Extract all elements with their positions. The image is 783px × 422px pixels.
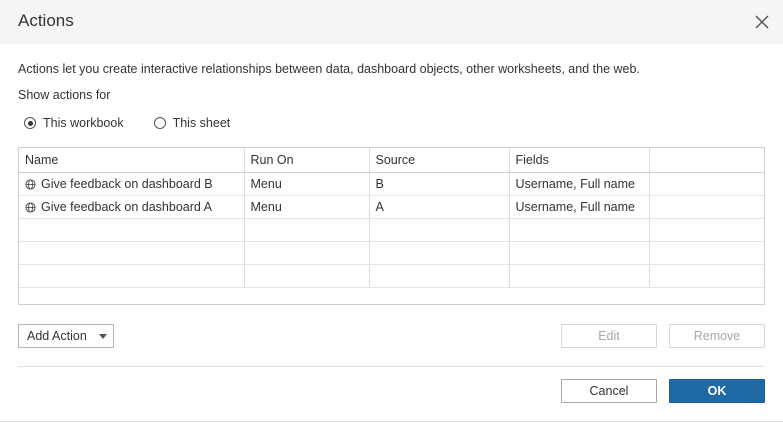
- cell-name[interactable]: Give feedback on dashboard A: [19, 195, 245, 219]
- dialog-title: Actions: [18, 11, 74, 30]
- column-header-fields[interactable]: Fields: [509, 148, 650, 173]
- table-row[interactable]: Give feedback on dashboard B Menu B User…: [19, 172, 764, 196]
- cell-empty: [369, 218, 510, 242]
- dialog-description: Actions let you create interactive relat…: [18, 62, 640, 76]
- radio-label: This workbook: [43, 116, 124, 130]
- ok-button[interactable]: OK: [669, 379, 765, 403]
- cell-run-on[interactable]: Menu: [244, 195, 370, 219]
- close-button[interactable]: [751, 11, 773, 33]
- column-header-name[interactable]: Name: [19, 148, 245, 173]
- actions-dialog: Actions Actions let you create interacti…: [0, 0, 783, 422]
- cell-source[interactable]: B: [369, 172, 510, 196]
- caret-down-icon: [99, 334, 107, 339]
- table-row-empty: [19, 264, 764, 288]
- edit-button[interactable]: Edit: [561, 324, 657, 348]
- close-icon: [755, 15, 769, 29]
- cell-empty: [649, 241, 764, 265]
- table-header-row: Name Run On Source Fields: [19, 148, 764, 173]
- cell-empty: [244, 264, 370, 288]
- globe-icon: [25, 178, 36, 190]
- cell-run-on[interactable]: Menu: [244, 172, 370, 196]
- action-name: Give feedback on dashboard A: [41, 199, 212, 214]
- add-action-label: Add Action: [27, 329, 87, 343]
- add-action-dropdown[interactable]: Add Action: [18, 324, 114, 348]
- cell-empty: [509, 264, 650, 288]
- cell-empty[interactable]: [649, 195, 764, 219]
- radio-unselected-icon[interactable]: [153, 117, 166, 129]
- cell-empty: [649, 264, 764, 288]
- column-header-source[interactable]: Source: [369, 148, 510, 173]
- table-row[interactable]: Give feedback on dashboard A Menu A User…: [19, 195, 764, 219]
- table-row-empty: [19, 218, 764, 242]
- radio-selected-icon[interactable]: [24, 117, 36, 129]
- cell-empty: [369, 241, 510, 265]
- remove-button[interactable]: Remove: [669, 324, 765, 348]
- cell-fields[interactable]: Username, Full name: [509, 172, 650, 196]
- cell-empty: [509, 218, 650, 242]
- footer-divider: [18, 366, 765, 367]
- radio-label: This sheet: [172, 116, 231, 130]
- cell-empty: [19, 264, 245, 288]
- cell-empty: [649, 218, 764, 242]
- radio-this-workbook[interactable]: This workbook: [24, 116, 124, 130]
- globe-icon: [25, 201, 36, 213]
- cell-fields[interactable]: Username, Full name: [509, 195, 650, 219]
- column-header-empty: [649, 148, 764, 173]
- cell-empty: [244, 218, 370, 242]
- column-header-run-on[interactable]: Run On: [244, 148, 370, 173]
- cancel-button[interactable]: Cancel: [561, 379, 657, 403]
- cell-empty: [369, 264, 510, 288]
- actions-table: Name Run On Source Fields Give feedback …: [18, 147, 765, 305]
- cell-empty: [19, 218, 245, 242]
- scope-radio-group: This workbook This sheet: [24, 116, 230, 130]
- cell-source[interactable]: A: [369, 195, 510, 219]
- title-bar: Actions: [0, 0, 783, 44]
- cell-empty: [244, 241, 370, 265]
- action-name: Give feedback on dashboard B: [41, 176, 213, 191]
- table-row-empty: [19, 241, 764, 265]
- cell-empty: [509, 241, 650, 265]
- cell-empty[interactable]: [649, 172, 764, 196]
- cell-name[interactable]: Give feedback on dashboard B: [19, 172, 245, 196]
- radio-this-sheet[interactable]: This sheet: [153, 116, 231, 130]
- cell-empty: [19, 241, 245, 265]
- show-actions-label: Show actions for: [18, 88, 111, 102]
